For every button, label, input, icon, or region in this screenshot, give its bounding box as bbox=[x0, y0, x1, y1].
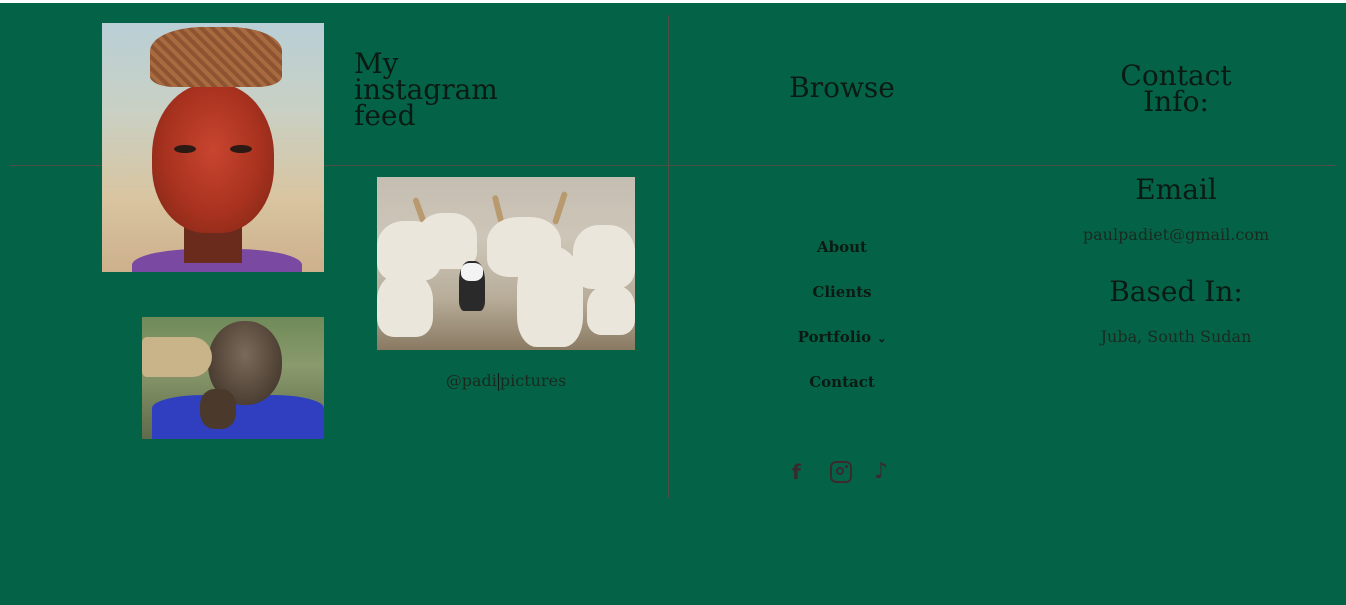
instagram-icon[interactable] bbox=[830, 461, 852, 483]
instagram-feed-title: My instagram feed bbox=[354, 47, 498, 132]
nav-link-label: Clients bbox=[812, 283, 872, 301]
instagram-photo-cattle-camp[interactable] bbox=[377, 177, 635, 350]
instagram-handle[interactable]: @padi pictures bbox=[377, 371, 635, 391]
vertical-divider bbox=[668, 15, 669, 498]
social-links: f ♪ bbox=[786, 459, 902, 485]
location-text: Juba, South Sudan bbox=[1100, 327, 1252, 346]
instagram-photo-portrait[interactable] bbox=[102, 23, 324, 272]
browse-title: Browse bbox=[789, 71, 895, 104]
tiktok-icon[interactable]: ♪ bbox=[874, 459, 888, 485]
nav-link-about[interactable]: About bbox=[742, 229, 942, 274]
email-address[interactable]: paulpadiet@gmail.com bbox=[1056, 225, 1296, 244]
nav-link-label: Portfolio bbox=[797, 328, 872, 346]
facebook-icon[interactable]: f bbox=[792, 459, 801, 485]
instagram-handle-text-part: @padi bbox=[445, 371, 497, 390]
site-footer: My instagram feed @padi pictures Browse A… bbox=[0, 3, 1346, 605]
browse-nav: About Clients Portfolio ⌄ Contact bbox=[742, 229, 942, 409]
nav-link-contact[interactable]: Contact bbox=[742, 364, 942, 409]
instagram-photo-horn-player[interactable] bbox=[142, 317, 324, 439]
nav-link-clients[interactable]: Clients bbox=[742, 274, 942, 319]
email-heading: Email bbox=[1135, 173, 1217, 206]
contact-info-title: Contact Info: bbox=[1120, 59, 1232, 118]
nav-link-label: About bbox=[817, 238, 867, 256]
nav-link-portfolio[interactable]: Portfolio ⌄ bbox=[742, 319, 942, 364]
chevron-down-icon: ⌄ bbox=[877, 332, 887, 345]
text-cursor bbox=[497, 372, 499, 391]
nav-link-label: Contact bbox=[809, 373, 875, 391]
instagram-handle-text-part: pictures bbox=[499, 371, 567, 390]
based-in-heading: Based In: bbox=[1109, 275, 1243, 308]
